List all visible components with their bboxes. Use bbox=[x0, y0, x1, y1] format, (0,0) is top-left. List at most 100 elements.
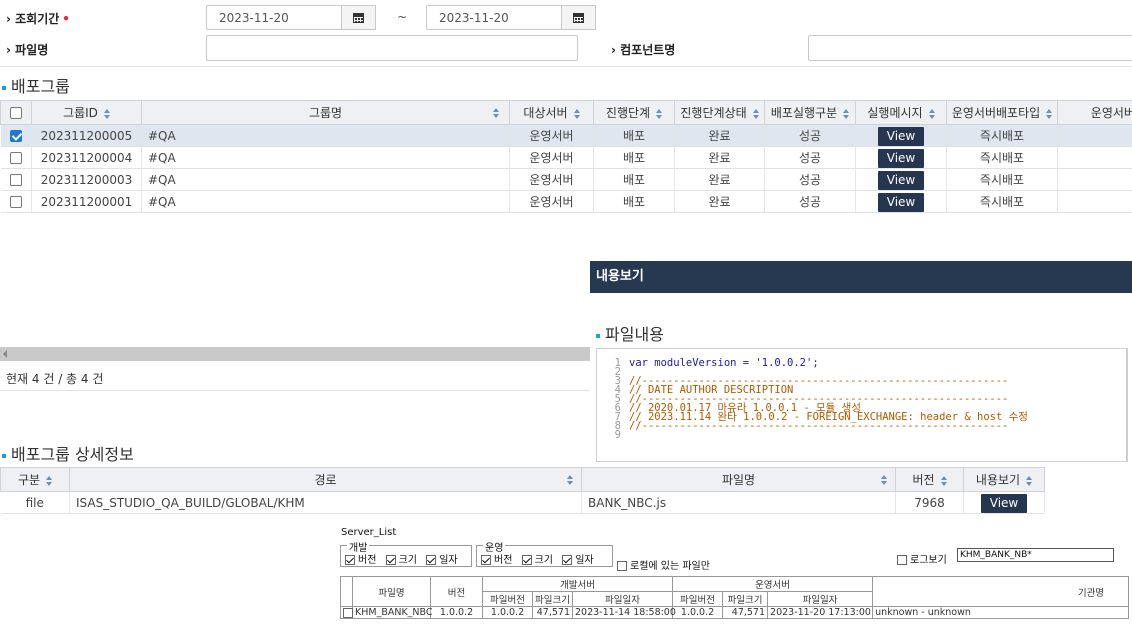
sort-icon bbox=[928, 108, 935, 119]
ops-version-checkbox[interactable]: 버전 bbox=[481, 555, 512, 566]
cell-deploy-type: 즉시배포 bbox=[946, 168, 1058, 191]
detail-section-title: 배포그룹 상세정보 bbox=[2, 441, 134, 465]
cell-exec: 성공 bbox=[764, 168, 856, 191]
view-message-button[interactable]: View bbox=[878, 171, 924, 190]
header-ops-file-version: 파일버전 bbox=[672, 591, 724, 607]
column-header-view[interactable]: 내용보기 bbox=[963, 467, 1045, 492]
header-ops-file-date: 파일일자 bbox=[767, 591, 874, 607]
cell-group-name: #QA bbox=[141, 168, 510, 191]
column-header-version[interactable]: 버전 bbox=[895, 467, 964, 492]
log-view-checkbox[interactable]: 로그보기 bbox=[897, 551, 947, 566]
table-row[interactable]: KHM_BANK_NBC 1.0.0.2 1.0.0.2 47,571 2023… bbox=[340, 606, 1130, 619]
table-row[interactable]: 202311200004 #QA 운영서버 배포 완료 성공 View 즉시배포 bbox=[0, 146, 1132, 169]
header-ops-server: 운영서버 bbox=[672, 576, 874, 592]
sort-icon bbox=[567, 475, 573, 485]
table-row[interactable]: file ISAS_STUDIO_QA_BUILD/GLOBAL/KHM BAN… bbox=[0, 491, 1132, 514]
sort-icon bbox=[752, 108, 759, 119]
column-header-stage-status[interactable]: 진행단계상태 bbox=[674, 100, 765, 125]
cell-version: 7968 bbox=[895, 491, 964, 514]
dev-version-checkbox[interactable]: 버전 bbox=[345, 555, 376, 566]
date-from-calendar-button[interactable] bbox=[341, 5, 376, 30]
column-header-file-name[interactable]: 파일명 bbox=[581, 467, 896, 492]
date-range-separator: ~ bbox=[397, 10, 408, 24]
table-row[interactable]: 202311200001 #QA 운영서버 배포 완료 성공 View 즉시배포 bbox=[0, 190, 1132, 213]
component-name-input[interactable] bbox=[808, 35, 1132, 61]
sort-icon bbox=[1026, 475, 1033, 486]
cell-dev-version: 1.0.0.2 bbox=[482, 606, 533, 619]
cell-exec: 성공 bbox=[764, 124, 856, 147]
view-message-button[interactable]: View bbox=[878, 193, 924, 212]
column-header-exec-message[interactable]: 실행메시지 bbox=[855, 100, 947, 125]
row-checkbox[interactable] bbox=[340, 606, 353, 619]
table-row[interactable]: 202311200005 #QA 운영서버 배포 완료 성공 View 즉시배포 bbox=[0, 124, 1132, 147]
cell-deploy-type: 즉시배포 bbox=[946, 124, 1058, 147]
column-header-exec-type[interactable]: 배포실행구분 bbox=[764, 100, 856, 125]
column-header-group-name[interactable]: 그룹명 bbox=[141, 100, 510, 125]
header-org: 기관명 bbox=[872, 576, 1130, 607]
code-viewer[interactable]: 1 var moduleVersion = '1.0.0.2'; 2 3//---… bbox=[596, 348, 1128, 462]
cell-ops-version: 1.0.0.2 bbox=[672, 606, 724, 619]
table-row[interactable]: 202311200003 #QA 운영서버 배포 완료 성공 View 즉시배포 bbox=[0, 168, 1132, 191]
column-header-deploy-type[interactable]: 운영서버배포타입 bbox=[946, 100, 1058, 125]
calendar-icon bbox=[353, 12, 364, 23]
sort-icon bbox=[493, 108, 499, 118]
row-checkbox[interactable] bbox=[0, 190, 32, 213]
sort-icon bbox=[1046, 108, 1053, 119]
date-from-input[interactable]: 2023-11-20 bbox=[206, 5, 342, 30]
code-line: //--------------------------------------… bbox=[629, 420, 1009, 432]
ops-date-checkbox[interactable]: 일자 bbox=[562, 555, 594, 566]
cell-status: 완료 bbox=[674, 146, 765, 169]
file-name-input[interactable] bbox=[206, 35, 578, 61]
column-header-kind[interactable]: 구분 bbox=[0, 467, 70, 492]
horizontal-scrollbar[interactable] bbox=[0, 347, 590, 361]
ops-size-checkbox[interactable]: 크기 bbox=[521, 555, 553, 566]
sort-icon bbox=[46, 475, 53, 486]
cell-stage: 배포 bbox=[593, 146, 675, 169]
cell-status: 완료 bbox=[674, 190, 765, 213]
filter-input[interactable]: KHM_BANK_NB* bbox=[957, 548, 1114, 562]
code-line: var moduleVersion = '1.0.0.2'; bbox=[629, 357, 819, 369]
local-only-checkbox[interactable]: 로컬에 있는 파일만 bbox=[617, 557, 710, 572]
cell-status: 완료 bbox=[674, 168, 765, 191]
cell-group-id: 202311200003 bbox=[31, 168, 142, 191]
dev-options-group: 개발 버전 크기 일자 bbox=[340, 539, 472, 567]
cell-kind: file bbox=[0, 491, 70, 514]
date-to-input[interactable]: 2023-11-20 bbox=[426, 5, 562, 30]
column-header-target-server[interactable]: 대상서버 bbox=[509, 100, 594, 125]
count-bar: 현재 4 건 / 총 4 건 bbox=[0, 361, 590, 391]
view-message-button[interactable]: View bbox=[878, 127, 924, 146]
column-header-ops-server[interactable]: 운영서버배 bbox=[1057, 100, 1132, 125]
cell-file-name: BANK_NBC.js bbox=[581, 491, 896, 514]
column-header-stage[interactable]: 진행단계 bbox=[593, 100, 675, 125]
dev-size-checkbox[interactable]: 크기 bbox=[385, 555, 417, 566]
column-header-group-id[interactable]: 그룹ID bbox=[31, 100, 142, 125]
record-count: 현재 4 건 / 총 4 건 bbox=[6, 372, 104, 386]
content-view-header: 내용보기 bbox=[590, 261, 1132, 293]
cell-group-name: #QA bbox=[141, 146, 510, 169]
sort-icon bbox=[940, 475, 947, 486]
row-checkbox[interactable] bbox=[0, 146, 32, 169]
cell-deploy-type: 즉시배포 bbox=[946, 146, 1058, 169]
view-content-button[interactable]: View bbox=[981, 494, 1027, 513]
scroll-left-icon[interactable] bbox=[3, 350, 7, 358]
cell-server: 운영서버 bbox=[509, 146, 594, 169]
sort-icon bbox=[656, 108, 663, 119]
row-checkbox[interactable] bbox=[0, 168, 32, 191]
sort-icon bbox=[103, 108, 110, 119]
dev-date-checkbox[interactable]: 일자 bbox=[426, 555, 458, 566]
view-message-button[interactable]: View bbox=[878, 149, 924, 168]
sort-icon bbox=[881, 475, 887, 485]
cell-dev-date: 2023-11-14 18:58:00 bbox=[571, 606, 676, 619]
column-header-path[interactable]: 경로 bbox=[69, 467, 582, 492]
row-checkbox[interactable] bbox=[0, 124, 32, 147]
cell-deploy-type: 즉시배포 bbox=[946, 190, 1058, 213]
server-list-title: Server_List bbox=[341, 527, 397, 538]
cell-ops-size: 47,571 bbox=[722, 606, 769, 619]
select-all-checkbox[interactable] bbox=[0, 100, 32, 125]
header-version: 버전 bbox=[430, 576, 483, 607]
component-name-label: › 컴포넌트명 bbox=[611, 43, 676, 57]
date-to-calendar-button[interactable] bbox=[561, 5, 596, 30]
ops-options-group: 운영 버전 크기 일자 bbox=[476, 539, 613, 567]
cell-stage: 배포 bbox=[593, 168, 675, 191]
cell-group-name: #QA bbox=[141, 190, 510, 213]
